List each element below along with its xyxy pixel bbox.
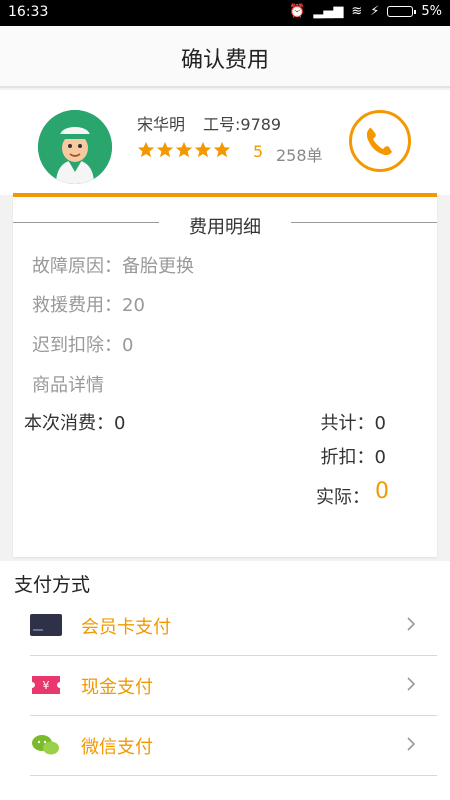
chevron-right-icon <box>407 677 416 691</box>
product-details[interactable]: 商品详情 <box>32 371 104 397</box>
discount: 折扣：0 <box>320 447 386 468</box>
signal-icon: ▂▄▆ <box>313 4 344 19</box>
driver-name: 宋华明 <box>137 115 186 134</box>
fee-detail-title: 费用明细 <box>189 217 261 238</box>
wechat-icon <box>32 735 59 755</box>
subtotal: 共计：0 <box>320 413 386 434</box>
pay-cash-label: 现金支付 <box>81 677 153 698</box>
rating-stars <box>137 141 231 159</box>
status-time: 16:33 <box>8 4 49 20</box>
title-bar: 确认费用 <box>0 26 450 88</box>
payment-title: 支付方式 <box>14 574 91 596</box>
driver-avatar <box>38 110 112 184</box>
fee-detail-header: 费用明细 <box>13 213 437 238</box>
battery-percent: 5% <box>421 4 442 19</box>
driver-id: 工号:9789 <box>203 115 282 134</box>
late-deduction: 迟到扣除：0 <box>32 335 134 356</box>
star-icon <box>213 141 231 158</box>
driver-rating: 5 <box>253 142 264 161</box>
pay-cash[interactable]: ¥ 现金支付 <box>30 656 437 716</box>
wifi-icon: ≋ <box>351 4 363 19</box>
status-bar: 16:33 ⏰ ▂▄▆ ≋ ⚡ 5% <box>0 0 450 26</box>
pay-wechat[interactable]: 微信支付 <box>30 716 437 776</box>
pay-member-card-label: 会员卡支付 <box>81 617 171 638</box>
fault-reason: 故障原因：备胎更换 <box>32 256 194 277</box>
mechanic-avatar-icon <box>38 110 112 184</box>
cash-icon: ¥ <box>32 676 60 694</box>
call-button[interactable] <box>349 110 411 172</box>
actual-value: 0 <box>375 479 389 504</box>
star-icon <box>194 141 212 158</box>
card-icon <box>30 614 62 636</box>
star-icon <box>156 141 174 158</box>
driver-card: 宋华明 工号:9789 5 258单 <box>0 90 450 195</box>
actual-label: 实际： <box>316 487 370 508</box>
rescue-fee: 救援费用：20 <box>32 295 145 316</box>
page-title: 确认费用 <box>180 48 269 73</box>
payment-section: 支付方式 会员卡支付 ¥ 现金支付 微信支付 <box>0 561 450 800</box>
charging-icon: ⚡ <box>370 4 380 19</box>
svg-text:¥: ¥ <box>43 679 50 692</box>
driver-orders: 258单 <box>276 146 323 165</box>
star-icon <box>137 141 155 158</box>
status-icons: ⏰ ▂▄▆ ≋ ⚡ 5% <box>289 4 442 19</box>
alarm-icon: ⏰ <box>289 4 306 19</box>
battery-icon <box>387 6 417 17</box>
pay-wechat-label: 微信支付 <box>81 737 153 758</box>
chevron-right-icon <box>407 617 416 631</box>
fee-detail-card: 费用明细 故障原因：备胎更换 救援费用：20 迟到扣除：0 商品详情 本次消费：… <box>13 193 437 557</box>
phone-icon <box>366 127 392 156</box>
divider-right <box>291 222 437 223</box>
pay-member-card[interactable]: 会员卡支付 <box>30 596 437 656</box>
star-icon <box>175 141 193 158</box>
consumption-total: 本次消费：0 <box>24 413 126 434</box>
chevron-right-icon <box>407 737 416 751</box>
